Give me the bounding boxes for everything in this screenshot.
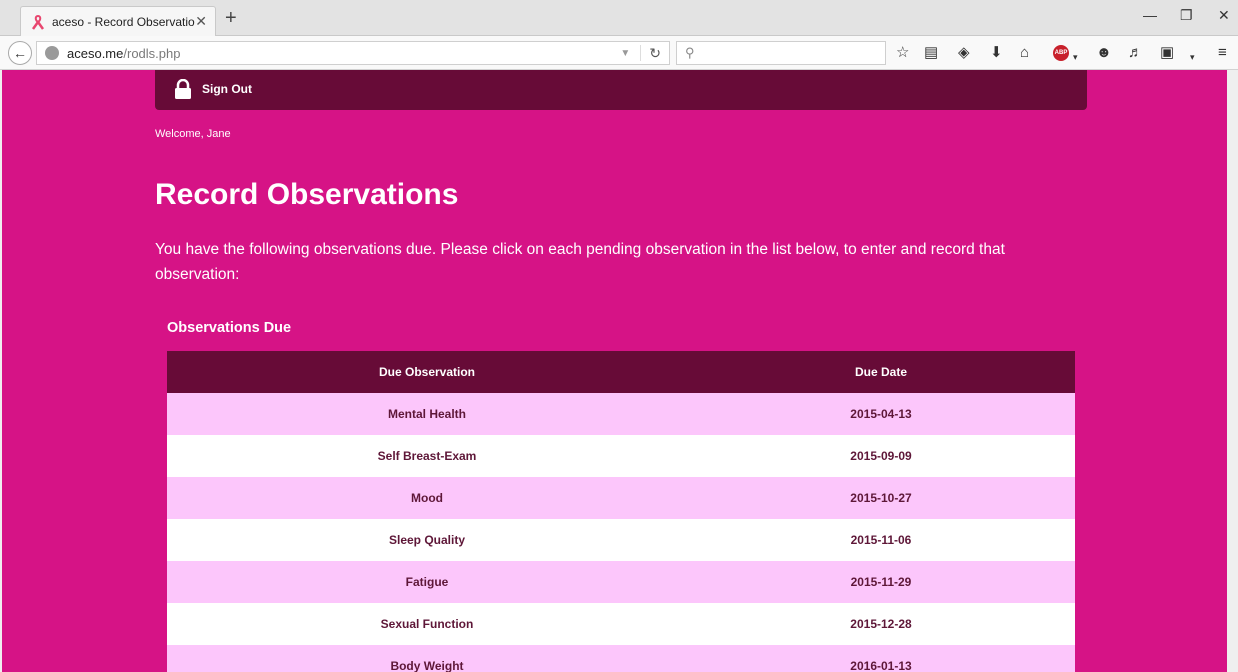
observation-name[interactable]: Body Weight: [167, 645, 687, 672]
due-date: 2015-09-09: [687, 435, 1075, 477]
due-date: 2015-11-29: [687, 561, 1075, 603]
browser-tab[interactable]: aceso - Record Observatio... ✕: [20, 6, 216, 36]
page-content: Sign Out Welcome, Jane Record Observatio…: [0, 70, 1238, 672]
table-row[interactable]: Self Breast-Exam 2015-09-09: [167, 435, 1075, 477]
site-info-icon[interactable]: [45, 46, 59, 60]
sign-out-label: Sign Out: [202, 82, 252, 96]
restore-button[interactable]: ❐: [1180, 7, 1193, 24]
close-tab-icon[interactable]: ✕: [195, 13, 207, 30]
adblock-dropdown-icon[interactable]: ▾: [1073, 48, 1078, 66]
url-history-dropdown-icon[interactable]: ▼: [620, 48, 630, 59]
download-icon[interactable]: ⬇: [990, 44, 1003, 62]
observation-name[interactable]: Sleep Quality: [167, 519, 687, 561]
menu-icon[interactable]: ≡: [1218, 44, 1227, 62]
column-header-observation: Due Observation: [167, 351, 687, 393]
bookmark-star-icon[interactable]: ☆: [896, 44, 909, 62]
url-text[interactable]: aceso.me/rodls.php: [67, 46, 620, 61]
ribbon-icon: [30, 14, 46, 30]
screenshot-icon[interactable]: ▣: [1160, 44, 1174, 62]
page-title: Record Observations: [155, 178, 459, 211]
observations-table: Due Observation Due Date Mental Health 2…: [167, 351, 1075, 672]
tab-strip: aceso - Record Observatio... ✕ + — ❐ ✕: [0, 0, 1238, 36]
back-icon[interactable]: ←: [8, 41, 32, 65]
table-header-row: Due Observation Due Date: [167, 351, 1075, 393]
pocket-icon[interactable]: ◈: [958, 44, 970, 62]
search-icon: ⚲: [685, 45, 695, 60]
observation-name[interactable]: Mood: [167, 477, 687, 519]
table-row[interactable]: Fatigue 2015-11-29: [167, 561, 1075, 603]
sign-out-button[interactable]: Sign Out: [173, 79, 252, 99]
screenshot-dropdown-icon[interactable]: ▾: [1190, 48, 1195, 66]
welcome-text: Welcome, Jane: [155, 128, 231, 140]
address-bar[interactable]: aceso.me/rodls.php ▼ ↻: [36, 41, 670, 65]
tab-title: aceso - Record Observatio...: [52, 14, 196, 29]
section-title: Observations Due: [167, 320, 292, 336]
nav-toolbar: ← aceso.me/rodls.php ▼ ↻ ⚲ ☆ ▤ ◈ ⬇ ⌂ ABP…: [0, 36, 1238, 70]
search-input[interactable]: ⚲: [676, 41, 886, 65]
lock-icon: [175, 79, 191, 99]
due-date: 2016-01-13: [687, 645, 1075, 672]
reading-list-icon[interactable]: ▤: [924, 44, 938, 62]
table-row[interactable]: Mood 2015-10-27: [167, 477, 1075, 519]
due-date: 2015-11-06: [687, 519, 1075, 561]
column-header-date: Due Date: [687, 351, 1075, 393]
minimize-button[interactable]: —: [1143, 7, 1157, 23]
table-row[interactable]: Mental Health 2015-04-13: [167, 393, 1075, 435]
observation-name[interactable]: Sexual Function: [167, 603, 687, 645]
intro-text: You have the following observations due.…: [155, 241, 1005, 283]
chat-icon[interactable]: ☻: [1096, 44, 1112, 62]
due-date: 2015-12-28: [687, 603, 1075, 645]
observation-name[interactable]: Fatigue: [167, 561, 687, 603]
adblock-icon[interactable]: ABP: [1053, 45, 1069, 61]
table-row[interactable]: Body Weight 2016-01-13: [167, 645, 1075, 672]
extension-icon[interactable]: ♬: [1128, 44, 1143, 62]
scrollbar[interactable]: [1227, 70, 1238, 672]
observation-name[interactable]: Self Breast-Exam: [167, 435, 687, 477]
home-icon[interactable]: ⌂: [1020, 44, 1029, 62]
reload-icon[interactable]: ↻: [649, 45, 661, 62]
new-tab-button[interactable]: +: [225, 8, 237, 28]
site-navbar: Sign Out: [155, 70, 1087, 110]
observation-name[interactable]: Mental Health: [167, 393, 687, 435]
due-date: 2015-10-27: [687, 477, 1075, 519]
table-row[interactable]: Sleep Quality 2015-11-06: [167, 519, 1075, 561]
table-row[interactable]: Sexual Function 2015-12-28: [167, 603, 1075, 645]
due-date: 2015-04-13: [687, 393, 1075, 435]
close-window-button[interactable]: ✕: [1218, 7, 1230, 24]
